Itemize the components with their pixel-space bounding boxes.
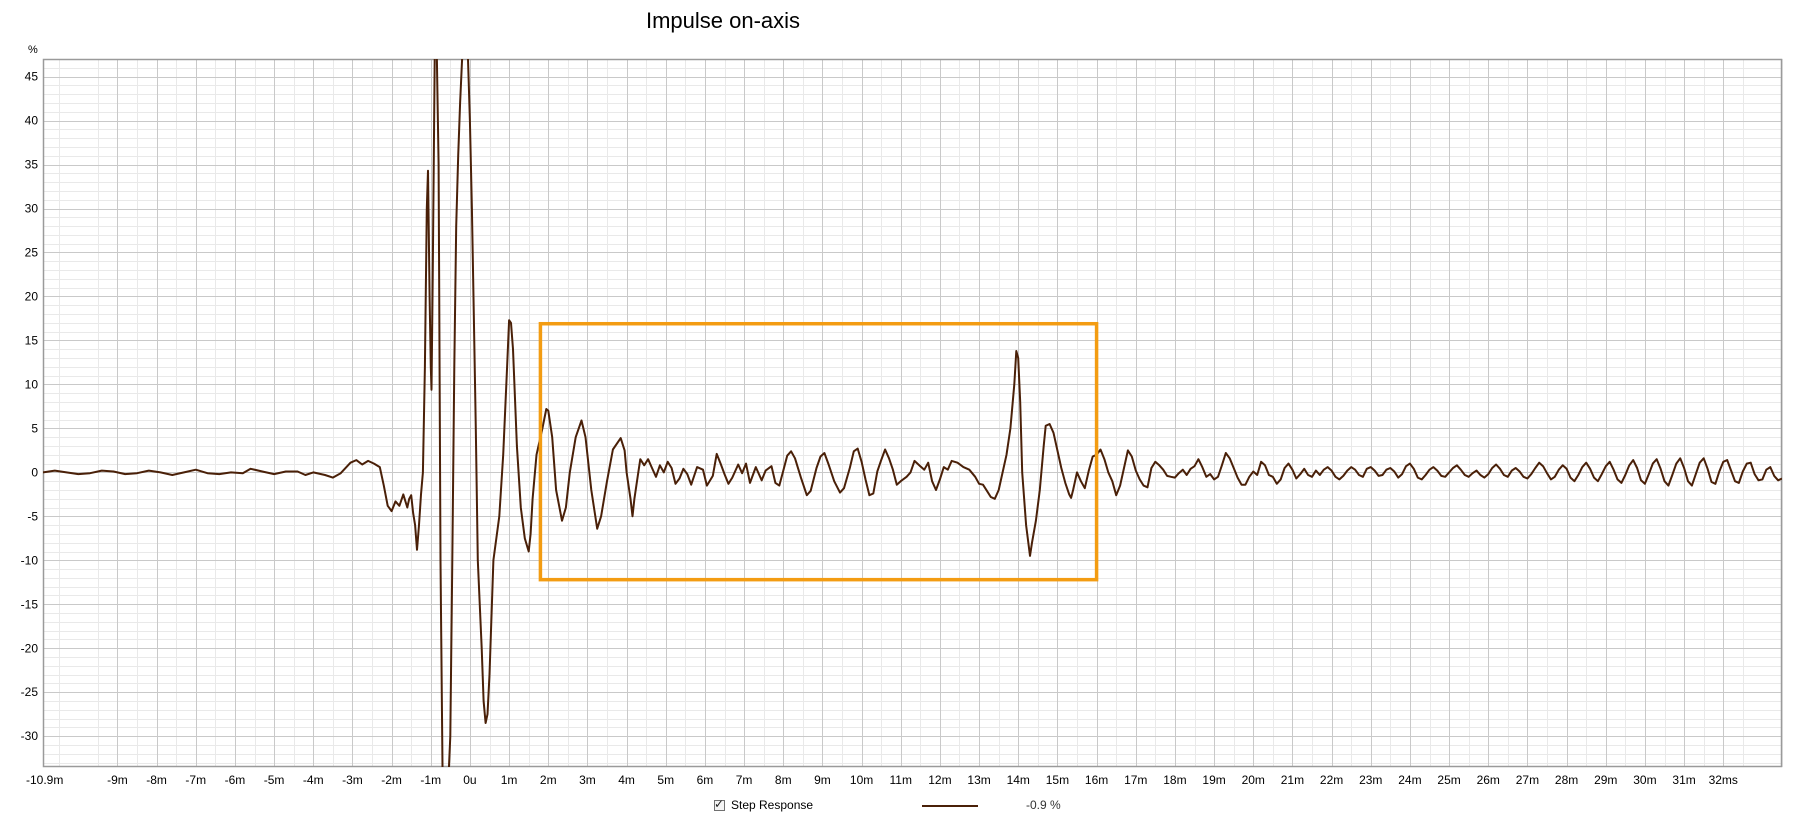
- x-tick-label: 0u: [463, 773, 476, 787]
- x-tick-label: 27m: [1516, 773, 1539, 787]
- x-tick-label: -3m: [342, 773, 363, 787]
- x-tick-label: 3m: [579, 773, 596, 787]
- x-tick-label: 28m: [1555, 773, 1578, 787]
- impulse-chart: 45 40 35 30 25 20 15 10 5 0 -5 -10 -15 -20 -25 -30 -10.9…: [21, 44, 1783, 787]
- x-tick-label: -5m: [264, 773, 285, 787]
- x-tick-label: 23m: [1359, 773, 1382, 787]
- y-tick-label: 20: [25, 289, 39, 303]
- x-tick-label: -10.9m: [26, 773, 63, 787]
- x-tick-label: 1m: [501, 773, 518, 787]
- y-tick-label: 30: [25, 202, 39, 216]
- x-tick-label: 6m: [697, 773, 714, 787]
- x-tick-label: -8m: [146, 773, 167, 787]
- y-tick-label: 15: [25, 333, 39, 347]
- y-tick-label: -25: [21, 685, 39, 699]
- y-tick-label: -20: [21, 641, 39, 655]
- y-tick-label: 45: [25, 70, 39, 84]
- y-tick-label: 5: [31, 421, 38, 435]
- x-tick-label: -6m: [225, 773, 246, 787]
- x-tick-label: 29m: [1594, 773, 1617, 787]
- x-tick-label: 12m: [928, 773, 951, 787]
- x-tick-label: 30m: [1633, 773, 1656, 787]
- y-unit-label: %: [28, 44, 38, 56]
- x-tick-label: 15m: [1046, 773, 1069, 787]
- x-tick-label: -2m: [381, 773, 402, 787]
- x-tick-label: -7m: [185, 773, 206, 787]
- y-tick-label: 40: [25, 114, 39, 128]
- x-tick-label: 22m: [1320, 773, 1343, 787]
- x-tick-label: 8m: [775, 773, 792, 787]
- x-tick-label: 2m: [540, 773, 557, 787]
- x-tick-label: 13m: [967, 773, 990, 787]
- x-tick-label: 5m: [657, 773, 674, 787]
- x-tick-label: 31m: [1672, 773, 1695, 787]
- x-tick-label: 17m: [1124, 773, 1147, 787]
- x-tick-label: 25m: [1437, 773, 1460, 787]
- x-tick-label: 24m: [1398, 773, 1421, 787]
- x-tick-label: 11m: [890, 773, 912, 787]
- y-tick-label: 0: [31, 465, 38, 479]
- x-tick-label: 9m: [814, 773, 831, 787]
- x-tick-label: 21m: [1281, 773, 1304, 787]
- step-response-checkbox[interactable]: ✓: [714, 796, 725, 811]
- legend-line-swatch: [922, 805, 978, 807]
- y-tick-label: -5: [27, 509, 38, 523]
- y-tick-label: -10: [21, 553, 39, 567]
- x-tick-label: 10m: [850, 773, 873, 787]
- legend-series-label: Step Response: [731, 798, 814, 812]
- legend-step-response[interactable]: ✓ Step Response: [714, 796, 813, 814]
- legend-cursor-value: -0.9 %: [1026, 798, 1061, 812]
- y-tick-label: 10: [25, 377, 39, 391]
- x-tick-label: -1m: [420, 773, 441, 787]
- x-tick-label: 20m: [1242, 773, 1265, 787]
- y-tick-label: 35: [25, 158, 39, 172]
- x-tick-label: 16m: [1085, 773, 1108, 787]
- y-tick-label: 25: [25, 245, 39, 259]
- x-tick-label: 32ms: [1709, 773, 1738, 787]
- x-tick-label: -4m: [303, 773, 324, 787]
- x-tick-label: 7m: [736, 773, 753, 787]
- checkmark-icon: ✓: [714, 796, 725, 811]
- y-tick-label: -30: [21, 729, 39, 743]
- x-tick-label: 19m: [1202, 773, 1225, 787]
- x-tick-label: 18m: [1163, 773, 1186, 787]
- x-tick-label: -9m: [107, 773, 128, 787]
- y-tick-label: -15: [21, 597, 39, 611]
- x-tick-label: 4m: [618, 773, 635, 787]
- x-tick-label: 14m: [1007, 773, 1030, 787]
- x-tick-label: 26m: [1477, 773, 1500, 787]
